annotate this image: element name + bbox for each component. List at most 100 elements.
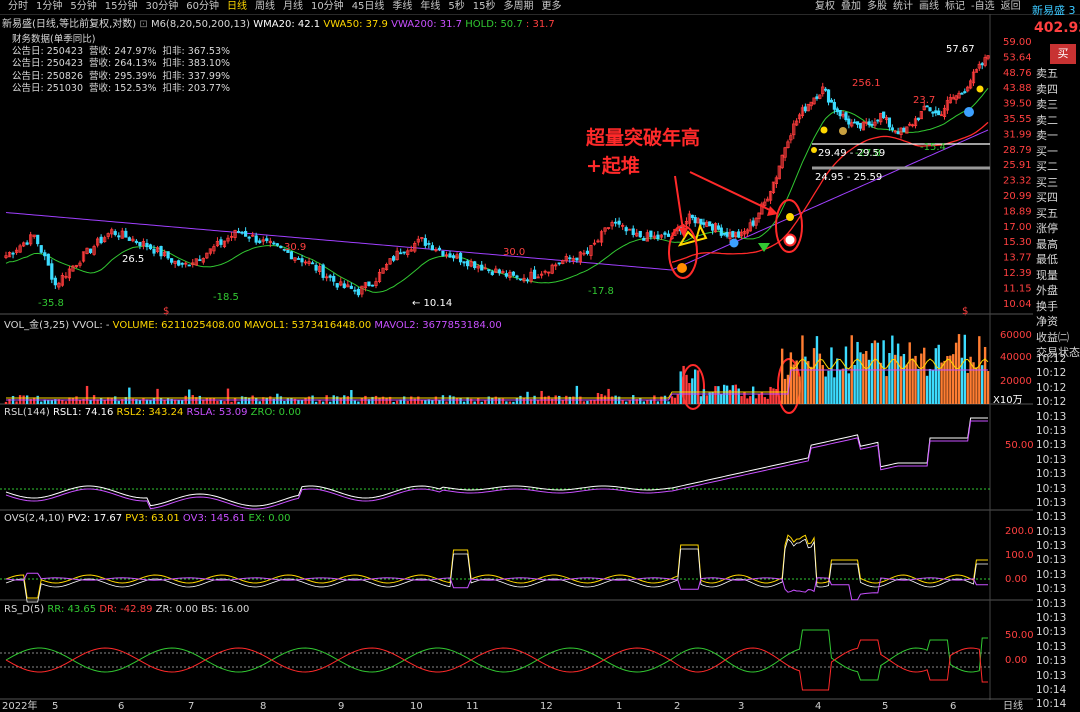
volume-bar bbox=[586, 400, 589, 404]
volume-bar bbox=[462, 401, 466, 404]
price-axis-label: 48.76 bbox=[1003, 68, 1032, 79]
volume-bar bbox=[159, 397, 163, 404]
ovs-axis-label: 200.0 bbox=[1005, 526, 1033, 537]
volume-bar bbox=[254, 397, 258, 404]
quote-sidebar: 卖五 卖四 卖三 卖二 卖一 买一 买二 买三 买四 买五 涨停 最高 最低 现量 外盘 换手 净资 收益㈡ 交易状… bbox=[1036, 66, 1080, 361]
candle-body bbox=[902, 127, 906, 133]
stock-name[interactable]: 新易盛 3 bbox=[1032, 2, 1076, 18]
candle-body bbox=[490, 271, 494, 275]
x-axis-label: 7 bbox=[188, 701, 194, 711]
candle-body bbox=[170, 258, 174, 263]
volume-bar bbox=[476, 397, 480, 404]
volume-bar bbox=[226, 388, 230, 404]
volume-bar bbox=[431, 400, 434, 404]
candle-body bbox=[279, 245, 283, 249]
volume-bar bbox=[876, 342, 880, 404]
volume-bar bbox=[946, 356, 949, 404]
sidebar-item[interactable]: 买五 bbox=[1036, 206, 1080, 222]
peak-label: 57.67 bbox=[946, 44, 975, 55]
rsd-axis-label: 0.00 bbox=[1005, 655, 1027, 666]
price-axis-label: 23.32 bbox=[1003, 176, 1032, 187]
volume-bar bbox=[142, 397, 145, 404]
sidebar-item[interactable]: 净资 bbox=[1036, 314, 1080, 330]
volume-bar bbox=[954, 342, 958, 404]
sidebar-item[interactable]: 卖二 bbox=[1036, 113, 1080, 129]
price-axis-label: 53.64 bbox=[1003, 52, 1032, 63]
volume-bar bbox=[711, 391, 714, 404]
rsl-axis-label: 50.00 bbox=[1005, 440, 1033, 451]
volume-bar bbox=[117, 400, 120, 404]
volume-bar bbox=[15, 401, 18, 404]
sidebar-item[interactable]: 外盘 bbox=[1036, 283, 1080, 299]
sidebar-item[interactable]: 现量 bbox=[1036, 268, 1080, 284]
candle-body bbox=[960, 92, 964, 95]
sidebar-item[interactable]: 买四 bbox=[1036, 190, 1080, 206]
buy-button[interactable]: 买 bbox=[1050, 44, 1076, 64]
volume-bar bbox=[85, 385, 89, 404]
volume-bar bbox=[522, 398, 526, 404]
volume-bar bbox=[110, 398, 113, 404]
rsl1-label: RSL1: 74.16 bbox=[52, 407, 114, 418]
volume-bar bbox=[908, 342, 911, 404]
candle-body bbox=[638, 230, 642, 238]
sidebar-item[interactable]: 最高 bbox=[1036, 237, 1080, 253]
volume-bar bbox=[917, 368, 920, 404]
sidebar-item[interactable]: 卖五 bbox=[1036, 66, 1080, 82]
sidebar-item[interactable]: 买二 bbox=[1036, 159, 1080, 175]
candle-body bbox=[751, 220, 755, 226]
volume-bar bbox=[757, 394, 761, 404]
volume-bar bbox=[853, 364, 856, 404]
x-axis-label: 12 bbox=[540, 701, 553, 711]
sidebar-item[interactable]: 换手 bbox=[1036, 299, 1080, 315]
signal-dot bbox=[677, 263, 687, 273]
candle-body bbox=[829, 99, 834, 103]
rsla-line bbox=[5, 420, 988, 510]
volume-bar bbox=[230, 401, 233, 404]
candle-body bbox=[310, 262, 315, 265]
volume-bar bbox=[484, 400, 487, 404]
candle-body bbox=[402, 251, 406, 254]
time-item: 10:13 bbox=[1036, 424, 1067, 437]
candle-body bbox=[159, 246, 163, 257]
high-label: 23.7 bbox=[913, 95, 935, 106]
price-axis-label: 28.79 bbox=[1003, 145, 1032, 156]
candle-body bbox=[937, 110, 941, 116]
candle-body bbox=[353, 289, 357, 292]
volume-bar bbox=[350, 390, 353, 404]
sidebar-item[interactable]: 收益㈡ bbox=[1036, 330, 1080, 346]
price-axis-label: 43.88 bbox=[1003, 83, 1032, 94]
sidebar-item[interactable]: 最低 bbox=[1036, 252, 1080, 268]
x-axis-label: 6 bbox=[950, 701, 956, 711]
sidebar-item[interactable]: 卖一 bbox=[1036, 128, 1080, 144]
sidebar-item[interactable]: 涨停 bbox=[1036, 221, 1080, 237]
volume-bar bbox=[746, 398, 749, 404]
volume-bar bbox=[473, 401, 476, 404]
candle-body bbox=[532, 269, 537, 280]
volume-bar bbox=[318, 400, 321, 404]
candle-body bbox=[710, 224, 715, 231]
candle-body bbox=[462, 261, 466, 264]
ovs-legend: OVS(2,4,10) PV2: 17.67 PV3: 63.01 OV3: 1… bbox=[4, 513, 291, 524]
candle-body bbox=[708, 221, 712, 227]
sidebar-item[interactable]: 买三 bbox=[1036, 175, 1080, 191]
volume-bar bbox=[491, 397, 494, 404]
volume-bar bbox=[783, 378, 787, 404]
vol-legend: VOL_金(3,25) VVOL: - VOLUME: 6211025408.0… bbox=[4, 316, 502, 331]
candle-body bbox=[832, 101, 836, 110]
candle-body bbox=[124, 230, 128, 238]
sidebar-item[interactable]: 买一 bbox=[1036, 144, 1080, 160]
plus-marker bbox=[783, 233, 797, 247]
time-item: 10:12 bbox=[1036, 353, 1067, 365]
volume-bar bbox=[749, 396, 752, 404]
volume-bar bbox=[505, 401, 508, 404]
price-axis-label: 11.15 bbox=[1003, 283, 1032, 294]
candle-body bbox=[430, 245, 434, 251]
volume-bar bbox=[705, 395, 708, 404]
sidebar-item[interactable]: 卖三 bbox=[1036, 97, 1080, 113]
candle-body bbox=[367, 281, 371, 287]
rsd-title: RS_D(5) bbox=[4, 604, 45, 615]
candle-body bbox=[617, 220, 621, 225]
candle-body bbox=[43, 252, 47, 257]
candle-body bbox=[575, 257, 579, 261]
sidebar-item[interactable]: 卖四 bbox=[1036, 82, 1080, 98]
